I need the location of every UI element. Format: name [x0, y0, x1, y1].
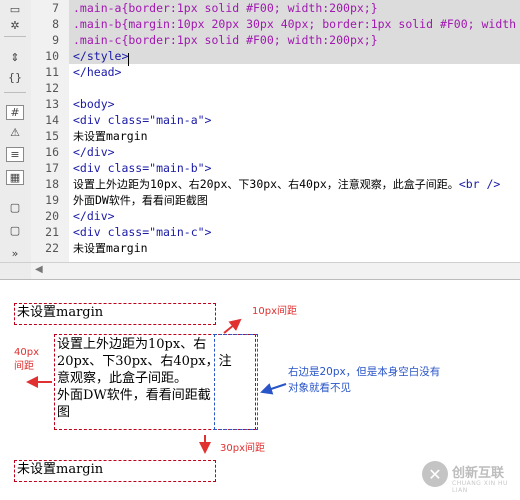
code-line: </div>	[73, 145, 115, 159]
line-number: 18	[45, 177, 59, 191]
line-number: 15	[45, 129, 59, 143]
watermark-subtext: CHUANG XIN HU LIAN	[452, 480, 508, 494]
comment-icon[interactable]: ▢	[6, 200, 24, 215]
line-number: 21	[45, 225, 59, 239]
select-parent-icon[interactable]: {}	[6, 70, 24, 85]
line-number: 17	[45, 161, 59, 175]
code-line: 设置上外边距为10px、右20px、下30px、右40px，注意观察，此盒子间距…	[73, 177, 501, 191]
code-line: </style>	[73, 49, 129, 63]
line-numbers-icon[interactable]: #	[6, 105, 24, 120]
uncomment-icon[interactable]: ▢	[6, 223, 24, 238]
code-line: <div class="main-a">	[73, 113, 212, 127]
line-number: 7	[52, 1, 59, 15]
horizontal-scrollbar[interactable]: ◀	[31, 262, 520, 280]
code-line: 外面DW软件，看看间距截图	[73, 193, 208, 207]
line-number: 16	[45, 145, 59, 159]
line-number: 9	[52, 33, 59, 47]
line-number: 10	[45, 49, 59, 63]
code-area[interactable]: .main-a{border:1px solid #F00; width:200…	[73, 0, 520, 262]
more-icon[interactable]: »	[6, 246, 24, 261]
code-line: .main-a{border:1px solid #F00; width:200…	[73, 1, 378, 15]
line-number: 11	[45, 65, 59, 79]
code-line: 未设置margin	[73, 241, 148, 255]
line-number: 20	[45, 209, 59, 223]
line-number: 19	[45, 193, 59, 207]
code-line: .main-b{margin:10px 20px 30px 40px; bord…	[73, 17, 517, 31]
word-wrap-icon[interactable]: ≡	[6, 147, 24, 162]
code-line: <div class="main-b">	[73, 161, 212, 175]
watermark-text: 创新互联	[452, 466, 505, 481]
chuangxin-logo-icon: ✕	[422, 461, 448, 487]
line-number: 13	[45, 97, 59, 111]
coding-toolbar: ▭ ✲ ⇕ {} # ⚠ ≡ ▦ ▢ ▢ »	[0, 0, 32, 262]
arrow-top	[223, 318, 242, 334]
code-line: </head>	[73, 65, 122, 79]
line-number-gutter: 7 8 9 10 11 12 13 14 15 16 17 18 19 20 21 22	[31, 0, 69, 262]
toolbar-divider	[4, 92, 26, 93]
syntax-coloring-icon[interactable]: ▦	[6, 170, 24, 185]
scroll-left-icon[interactable]: ◀	[35, 264, 43, 275]
text-caret	[128, 53, 129, 66]
line-number: 22	[45, 241, 59, 255]
collapse-icon[interactable]: ⇕	[6, 50, 24, 65]
expand-icon[interactable]: ✲	[6, 18, 24, 33]
arrow-right	[260, 383, 287, 395]
code-editor[interactable]: ▭ ✲ ⇕ {} # ⚠ ≡ ▦ ▢ ▢ » 7 8 9 10 11 12 13 14 15 16…	[0, 0, 520, 262]
highlight-invalid-icon[interactable]: ⚠	[6, 125, 24, 140]
toolbar-divider	[4, 36, 26, 37]
line-number: 12	[45, 81, 59, 95]
code-line: </div>	[73, 209, 115, 223]
code-line: .main-c{border:1px solid #F00; width:200…	[73, 33, 378, 47]
code-line: 未设置margin	[73, 129, 148, 143]
line-number: 14	[45, 113, 59, 127]
scroll-corner	[0, 262, 31, 279]
line-number: 8	[52, 17, 59, 31]
panel-icon[interactable]: ▭	[6, 2, 24, 17]
watermark: ✕ 创新互联 CHUANG XIN HU LIAN	[416, 456, 520, 496]
code-line: <div class="main-c">	[73, 225, 212, 239]
code-line: <body>	[73, 97, 115, 111]
